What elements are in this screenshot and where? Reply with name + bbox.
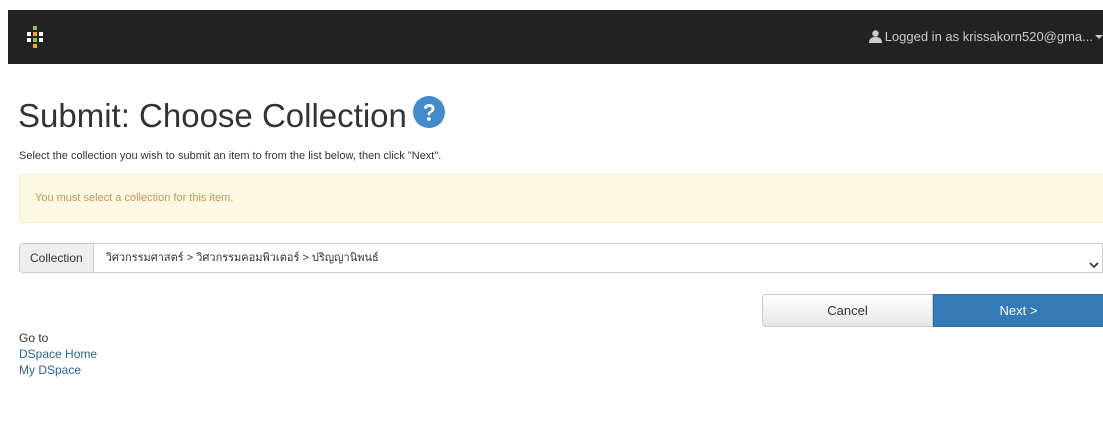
page-title-text: Submit: Choose Collection: [18, 97, 407, 134]
page-title: Submit: Choose Collection: [18, 93, 445, 139]
dspace-logo-icon[interactable]: [25, 26, 45, 48]
collection-label: Collection: [19, 243, 94, 273]
caret-down-icon: [1095, 35, 1103, 39]
user-icon: [868, 12, 882, 66]
cancel-button[interactable]: Cancel: [762, 294, 933, 327]
top-navbar: Logged in as krissakorn520@gma...: [8, 10, 1103, 64]
dspace-home-link[interactable]: DSpace Home: [19, 346, 97, 362]
instructions-text: Select the collection you wish to submit…: [19, 150, 442, 162]
collection-selected-value: วิศวกรรมศาสตร์ > วิศวกรรมคอมพิวเตอร์ > ป…: [105, 252, 379, 264]
question-circle-icon[interactable]: [412, 94, 445, 128]
collection-select[interactable]: วิศวกรรมศาสตร์ > วิศวกรรมคอมพิวเตอร์ > ป…: [93, 243, 1103, 273]
collection-input-group: Collection วิศวกรรมศาสตร์ > วิศวกรรมคอมพ…: [19, 243, 1103, 273]
warning-alert: You must select a collection for this it…: [19, 174, 1103, 223]
next-button[interactable]: Next >: [933, 294, 1103, 327]
goto-label: Go to: [19, 331, 49, 345]
goto-links: Go to DSpace Home My DSpace: [19, 330, 97, 378]
chevron-down-icon: [1089, 253, 1099, 269]
my-dspace-link[interactable]: My DSpace: [19, 362, 97, 378]
logged-in-text: Logged in as krissakorn520@gma...: [884, 29, 1093, 44]
user-menu-toggle[interactable]: Logged in as krissakorn520@gma...: [868, 10, 1103, 66]
